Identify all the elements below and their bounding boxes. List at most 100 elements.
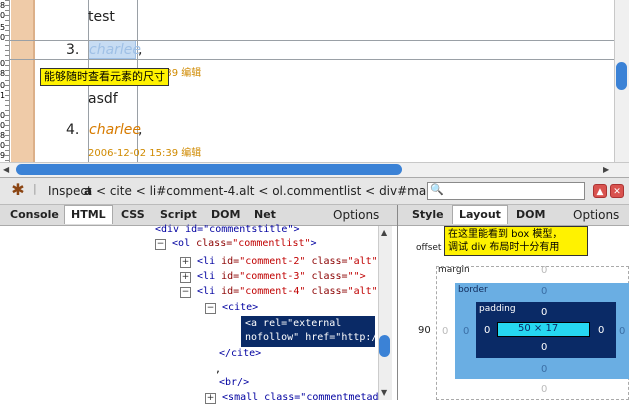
breadcrumb: a < cite < li#comment-4.alt < ol.comment… — [84, 184, 426, 198]
collapse-toggle-icon[interactable]: − — [180, 287, 191, 298]
tag-name: <ol — [172, 238, 191, 249]
close-icon[interactable]: ✕ — [610, 184, 624, 198]
tab-script[interactable]: Script — [160, 208, 197, 221]
scroll-up-arrow-icon[interactable]: ▲ — [381, 228, 387, 237]
attr-value: "alt" — [347, 256, 378, 267]
expand-toggle-icon[interactable]: + — [180, 272, 191, 283]
tree-node-ol[interactable]: − <ol class="commentlist"> — [155, 238, 317, 250]
breadcrumb-item[interactable]: cite — [110, 184, 132, 198]
tree-node-li[interactable]: − <li id="comment-4" class="alt" — [180, 286, 378, 298]
comment-number: 3. — [66, 42, 80, 58]
toolbar-separator: | — [33, 182, 37, 195]
guide-line-bottom — [9, 59, 614, 60]
padding-right-value: 0 — [598, 325, 605, 336]
tree-node-small[interactable]: + <small class="commentmetada — [205, 392, 385, 404]
tab-style[interactable]: Style — [412, 208, 444, 221]
border-left-value: 0 — [463, 326, 470, 337]
tab-html[interactable]: HTML — [64, 205, 113, 224]
selected-tree-node[interactable]: <a rel="external nofollow" href="http:/ — [241, 316, 377, 347]
ruler-number: 0 — [0, 141, 6, 150]
tab-side-dom[interactable]: DOM — [516, 208, 545, 221]
comment-author-link[interactable]: charlee — [89, 42, 141, 58]
attr-value: "comment-4" — [239, 286, 306, 297]
breadcrumb-item[interactable]: a — [84, 184, 92, 198]
margin-left-value: 0 — [442, 326, 449, 337]
tag-name: <li — [197, 256, 216, 267]
tag-name: <cite> — [222, 302, 259, 313]
sidebar-stripe — [11, 0, 33, 162]
attr-name: id= — [221, 286, 240, 297]
attr-name: class= — [311, 271, 348, 282]
tab-css[interactable]: CSS — [121, 208, 145, 221]
breadcrumb-item[interactable]: li#comment-4.alt — [150, 184, 255, 198]
attr-name: id= — [221, 256, 240, 267]
ruler-number: 0 — [0, 33, 6, 42]
tree-node-cite[interactable]: − <cite> — [205, 302, 258, 314]
offset-label: offset — [416, 243, 442, 253]
collapse-toggle-icon[interactable]: − — [155, 239, 166, 250]
breadcrumb-item[interactable]: ol.commentlist — [272, 184, 361, 198]
padding-top-value: 0 — [541, 307, 548, 318]
sidebar-stripe-edge — [33, 0, 35, 162]
tree-scrollbar[interactable] — [378, 226, 392, 400]
comment-number: 4. — [66, 122, 80, 138]
margin-label: margin — [438, 265, 470, 275]
scroll-down-arrow-icon[interactable]: ▼ — [381, 388, 387, 397]
padding-left-value: 0 — [484, 325, 491, 336]
search-input[interactable] — [427, 182, 585, 200]
attr-name: class= — [311, 286, 348, 297]
tab-dom[interactable]: DOM — [211, 208, 240, 221]
tree-text-node: , — [215, 364, 222, 375]
tree-node-li[interactable]: + <li id="comment-3" class=""> — [180, 271, 366, 283]
ruler-number: 0 — [0, 81, 6, 90]
attr-value: ""> — [347, 271, 366, 282]
comment-body: test — [88, 9, 115, 25]
minimize-icon[interactable]: ▲ — [593, 184, 607, 198]
search-icon: 🔍 — [430, 183, 444, 196]
padding-label: padding — [479, 304, 516, 314]
expand-toggle-icon[interactable]: + — [180, 257, 191, 268]
selected-node-line: <a rel="external — [245, 318, 342, 329]
tab-console[interactable]: Console — [10, 208, 59, 221]
vertical-ruler: 8 0 5 0 0 8 0 1 0 0 8 0 9 — [0, 0, 10, 162]
attr-name: id= — [221, 271, 240, 282]
ruler-number: 1 — [0, 91, 6, 100]
breadcrumb-item[interactable]: div#ma — [379, 184, 426, 198]
comment-comma: , — [138, 42, 143, 58]
page-horizontal-scroll-thumb[interactable] — [16, 164, 402, 175]
scroll-right-arrow-icon[interactable]: ▶ — [603, 165, 609, 174]
attr-value: "comment-3" — [239, 271, 306, 282]
border-right-value: 0 — [619, 326, 626, 337]
html-tree-panel — [0, 226, 378, 400]
page-vertical-scroll-thumb[interactable] — [616, 62, 627, 90]
tree-node-br[interactable]: <br/> — [219, 377, 249, 388]
collapse-toggle-icon[interactable]: − — [205, 303, 216, 314]
tree-node-li[interactable]: + <li id="comment-2" class="alt" — [180, 256, 378, 268]
border-top-value: 0 — [541, 286, 548, 297]
firebug-bug-icon[interactable]: ✱ — [8, 180, 28, 200]
ruler-number: 0 — [0, 59, 6, 68]
tag-close: > — [310, 238, 317, 249]
ruler-number: 5 — [0, 23, 6, 32]
scroll-left-arrow-icon[interactable]: ◀ — [3, 165, 9, 174]
ruler-number: 0 — [0, 11, 6, 20]
annotation-callout: 在这里能看到 box 模型， 调试 div 布局时十分有用 — [444, 226, 588, 256]
breadcrumb-separator: < — [135, 184, 146, 198]
options-menu[interactable]: Options — [333, 208, 379, 222]
offset-value: 90 — [418, 325, 431, 336]
annotation-callout: 能够随时查看元素的尺寸 — [40, 68, 169, 86]
expand-toggle-icon[interactable]: + — [205, 393, 216, 404]
tab-layout[interactable]: Layout — [452, 205, 508, 224]
side-options-menu[interactable]: Options — [573, 208, 619, 222]
ruler-number: 8 — [0, 131, 6, 140]
attr-value: "comment-2" — [239, 256, 306, 267]
ruler-number: 0 — [0, 121, 6, 130]
comment-author-link[interactable]: charlee — [89, 122, 141, 138]
margin-bottom-value: 0 — [541, 384, 548, 395]
tree-scroll-thumb[interactable] — [379, 335, 390, 357]
breadcrumb-separator: < — [258, 184, 269, 198]
tree-node-cite-close[interactable]: </cite> — [219, 348, 261, 359]
tab-net[interactable]: Net — [254, 208, 276, 221]
breadcrumb-separator: < — [95, 184, 106, 198]
callout-line: 在这里能看到 box 模型， — [448, 229, 563, 240]
